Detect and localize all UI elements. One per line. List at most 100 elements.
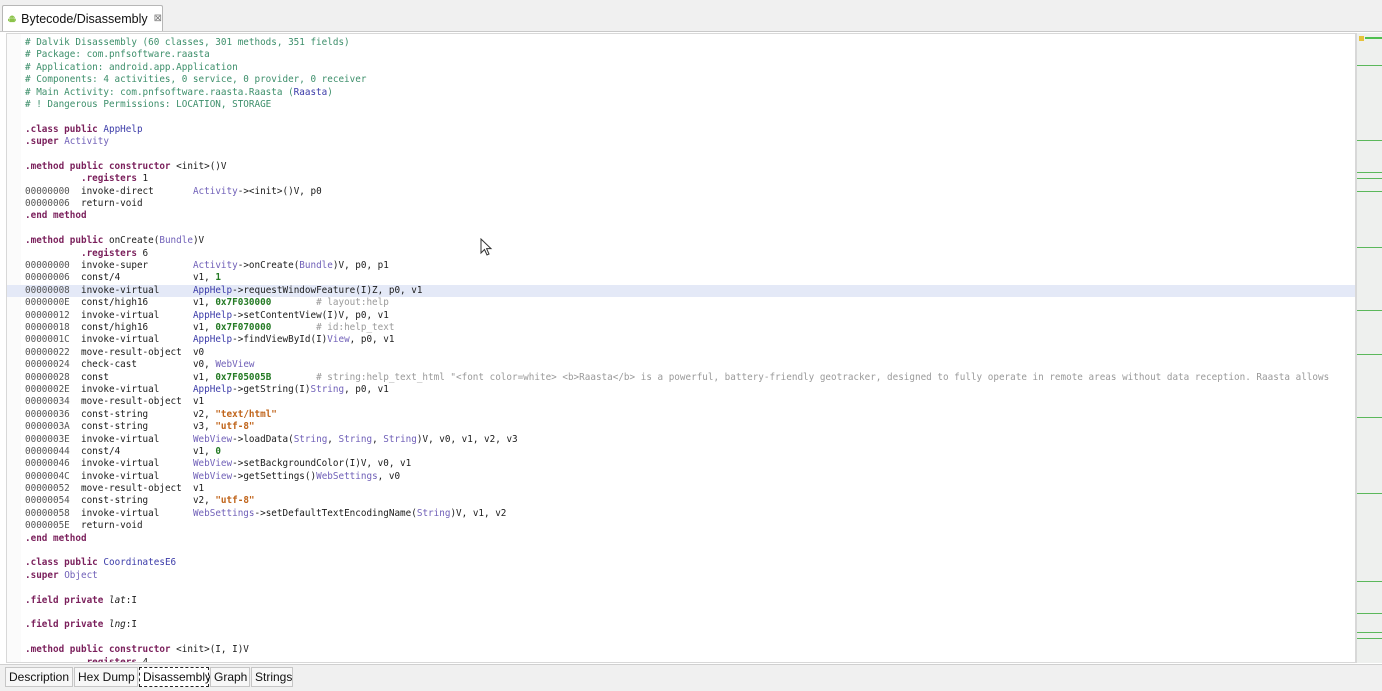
code-line[interactable]: 0000000E const/high16 v1, 0x7F030000 # l… <box>25 297 1355 309</box>
code-token: v0 <box>192 346 205 358</box>
ruler-mark[interactable] <box>1357 247 1382 248</box>
code-token: .super <box>25 136 65 148</box>
code-line[interactable]: # Dalvik Disassembly (60 classes, 301 me… <box>25 37 1355 49</box>
code-line[interactable]: 00000044 const/4 v1, 0 <box>25 446 1355 458</box>
code-token: .method public <box>25 235 109 247</box>
code-token: 00000044 <box>25 445 81 457</box>
code-line[interactable] <box>25 545 1355 557</box>
code-line[interactable]: # ! Dangerous Permissions: LOCATION, STO… <box>25 99 1355 111</box>
tab-graph[interactable]: Graph <box>210 667 250 687</box>
code-line[interactable]: .field private lng:I <box>25 619 1355 631</box>
code-token: 0000003E <box>25 433 81 445</box>
ruler-mark[interactable] <box>1357 417 1382 418</box>
code-line[interactable]: 00000024 check-cast v0, WebView <box>25 359 1355 371</box>
code-line[interactable]: 00000058 invoke-virtual WebSettings->set… <box>25 508 1355 520</box>
code-line[interactable]: .registers 4 <box>25 657 1355 662</box>
code-line[interactable]: 00000022 move-result-object v0 <box>25 347 1355 359</box>
code-token: ->findViewById(I) <box>232 334 328 346</box>
code-token: WebView <box>192 470 233 482</box>
tab-disassembly[interactable]: Disassembly <box>139 667 211 687</box>
code-line[interactable] <box>25 582 1355 594</box>
code-line[interactable]: .end method <box>25 210 1355 222</box>
code-line[interactable]: # Main Activity: com.pnfsoftware.raasta.… <box>25 87 1355 99</box>
code-line[interactable] <box>25 111 1355 123</box>
overview-ruler[interactable] <box>1356 33 1382 663</box>
code-line[interactable]: .method public constructor <init>(I, I)V <box>25 644 1355 656</box>
code-token: 0000002E <box>25 383 81 395</box>
code-line[interactable]: 00000018 const/high16 v1, 0x7F070000 # i… <box>25 322 1355 334</box>
ruler-mark[interactable] <box>1357 310 1382 311</box>
code-token: 0x7F070000 <box>215 321 272 333</box>
code-token: v1, <box>192 445 216 457</box>
code-line[interactable]: 00000046 invoke-virtual WebView->setBack… <box>25 458 1355 470</box>
code-token: 00000012 <box>25 309 81 321</box>
code-token: v1 <box>192 396 205 408</box>
tab-bytecode-disassembly[interactable]: Bytecode/Disassembly ⊠ <box>2 5 163 31</box>
disassembly-editor[interactable]: # Dalvik Disassembly (60 classes, 301 me… <box>6 33 1356 663</box>
code-token: 00000028 <box>25 371 81 383</box>
code-line[interactable]: 0000001C invoke-virtual AppHelp->findVie… <box>25 334 1355 346</box>
code-line[interactable]: 00000052 move-result-object v1 <box>25 483 1355 495</box>
tab-strings[interactable]: Strings <box>251 667 293 687</box>
code-line[interactable]: .method public constructor <init>()V <box>25 161 1355 173</box>
code-line[interactable]: .registers 6 <box>25 248 1355 260</box>
ruler-mark[interactable] <box>1357 493 1382 494</box>
code-token: 00000058 <box>25 507 81 519</box>
ruler-mark[interactable] <box>1357 354 1382 355</box>
ruler-mark[interactable] <box>1357 191 1382 192</box>
code-token: ->setBackgroundColor(I)V, v0, v1 <box>232 458 412 470</box>
code-line[interactable]: 0000002E invoke-virtual AppHelp->getStri… <box>25 384 1355 396</box>
code-token: lat <box>108 594 126 606</box>
code-line[interactable]: 00000006 return-void <box>25 198 1355 210</box>
code-token: v1, <box>192 297 216 309</box>
code-line[interactable]: 00000012 invoke-virtual AppHelp->setCont… <box>25 310 1355 322</box>
code-line[interactable] <box>25 223 1355 235</box>
tab-hex-dump[interactable]: Hex Dump <box>74 667 138 687</box>
code-line[interactable]: .class public CoordinatesE6 <box>25 557 1355 569</box>
code-token: 00000006 <box>25 198 81 210</box>
code-line[interactable] <box>25 149 1355 161</box>
ruler-mark[interactable] <box>1357 638 1382 639</box>
ruler-mark[interactable] <box>1357 172 1382 173</box>
code-token: AppHelp <box>192 334 233 346</box>
code-token: Activity <box>192 260 238 272</box>
code-line[interactable]: .method public onCreate(Bundle)V <box>25 235 1355 247</box>
code-line[interactable]: 00000000 invoke-super Activity->onCreate… <box>25 260 1355 272</box>
code-token: AppHelp <box>192 309 233 321</box>
code-line[interactable]: 00000028 const v1, 0x7F05005B # string:h… <box>25 372 1355 384</box>
code-line[interactable]: 0000004C invoke-virtual WebView->getSett… <box>25 471 1355 483</box>
code-line[interactable]: .super Activity <box>25 136 1355 148</box>
code-line[interactable]: 00000006 const/4 v1, 1 <box>25 272 1355 284</box>
code-token: 0000005E <box>25 520 81 532</box>
ruler-mark[interactable] <box>1357 613 1382 614</box>
code-line[interactable]: .field private lat:I <box>25 595 1355 607</box>
tab-description[interactable]: Description <box>5 667 73 687</box>
close-icon[interactable]: ⊠ <box>154 13 162 24</box>
code-line[interactable]: 00000036 const-string v2, "text/html" <box>25 409 1355 421</box>
code-line[interactable]: 0000003E invoke-virtual WebView->loadDat… <box>25 434 1355 446</box>
code-line[interactable]: .class public AppHelp <box>25 124 1355 136</box>
code-token: Bundle <box>299 260 333 272</box>
code-line[interactable]: 00000054 const-string v2, "utf-8" <box>25 495 1355 507</box>
code-line[interactable]: .registers 1 <box>25 173 1355 185</box>
ruler-mark[interactable] <box>1357 581 1382 582</box>
ruler-mark[interactable] <box>1357 632 1382 633</box>
code-listing[interactable]: # Dalvik Disassembly (60 classes, 301 me… <box>7 37 1355 662</box>
code-line[interactable]: 00000034 move-result-object v1 <box>25 396 1355 408</box>
code-line[interactable]: 0000005E return-void <box>25 520 1355 532</box>
code-line-current[interactable]: 00000008 invoke-virtual AppHelp->request… <box>7 284 1355 298</box>
code-line[interactable]: # Package: com.pnfsoftware.raasta <box>25 49 1355 61</box>
code-line[interactable]: 00000000 invoke-direct Activity-><init>(… <box>25 186 1355 198</box>
ruler-mark[interactable] <box>1357 140 1382 141</box>
ruler-mark[interactable] <box>1357 65 1382 66</box>
code-line[interactable] <box>25 632 1355 644</box>
ruler-mark[interactable] <box>1357 178 1382 179</box>
code-line[interactable]: 0000003A const-string v3, "utf-8" <box>25 421 1355 433</box>
code-line[interactable]: .end method <box>25 533 1355 545</box>
code-line[interactable]: .super Object <box>25 570 1355 582</box>
code-token: move-result-object <box>80 346 193 358</box>
code-token: <init>(I, I)V <box>176 644 249 656</box>
code-line[interactable]: # Components: 4 activities, 0 service, 0… <box>25 74 1355 86</box>
code-line[interactable]: # Application: android.app.Application <box>25 62 1355 74</box>
code-line[interactable] <box>25 607 1355 619</box>
